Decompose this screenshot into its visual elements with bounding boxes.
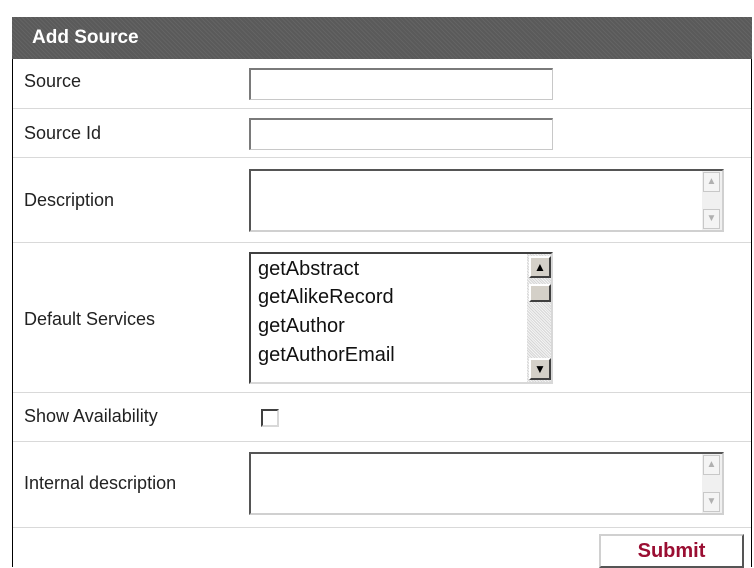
scroll-down-icon[interactable]: ▼ [703,492,720,512]
add-source-panel: Add Source Source Source Id Description … [12,17,752,568]
list-item[interactable]: getAuthor [258,315,345,338]
scroll-down-icon[interactable]: ▼ [703,209,720,229]
internal-description-scrollbar[interactable]: ▲ ▼ [702,454,722,513]
source-id-label: Source Id [24,123,102,143]
default-services-listbox[interactable]: getAbstract getAlikeRecord getAuthor get… [249,252,553,384]
submit-row: Submit [13,527,751,568]
show-availability-row: Show Availability [13,392,751,441]
source-input[interactable] [249,68,553,100]
scroll-thumb[interactable] [529,284,551,302]
show-availability-checkbox[interactable] [261,409,279,427]
scroll-up-icon[interactable]: ▲ [703,172,720,192]
internal-description-textarea[interactable]: ▲ ▼ [249,452,724,515]
submit-button[interactable]: Submit [599,534,744,568]
list-item[interactable]: getAlikeRecord [258,286,394,309]
internal-description-label: Internal description [24,473,177,493]
description-scrollbar[interactable]: ▲ ▼ [702,171,722,230]
show-availability-label: Show Availability [24,406,158,426]
scroll-up-icon[interactable]: ▲ [529,256,551,278]
source-label: Source [24,71,82,91]
list-item[interactable]: getAuthorEmail [258,344,395,367]
source-id-input[interactable] [249,118,553,150]
internal-description-row: Internal description ▲ ▼ [13,441,751,527]
source-row: Source [13,59,751,108]
scroll-down-icon[interactable]: ▼ [529,358,551,380]
source-id-row: Source Id [13,108,751,157]
list-item[interactable]: getAbstract [258,258,359,281]
description-row: Description ▲ ▼ [13,157,751,242]
default-services-label: Default Services [24,309,156,329]
description-textarea[interactable]: ▲ ▼ [249,169,724,232]
description-label: Description [24,190,115,210]
panel-header: Add Source [12,17,752,59]
services-scrollbar[interactable]: ▲ ▼ [527,254,551,382]
default-services-row: Default Services getAbstract getAlikeRec… [13,242,751,392]
scroll-up-icon[interactable]: ▲ [703,455,720,475]
